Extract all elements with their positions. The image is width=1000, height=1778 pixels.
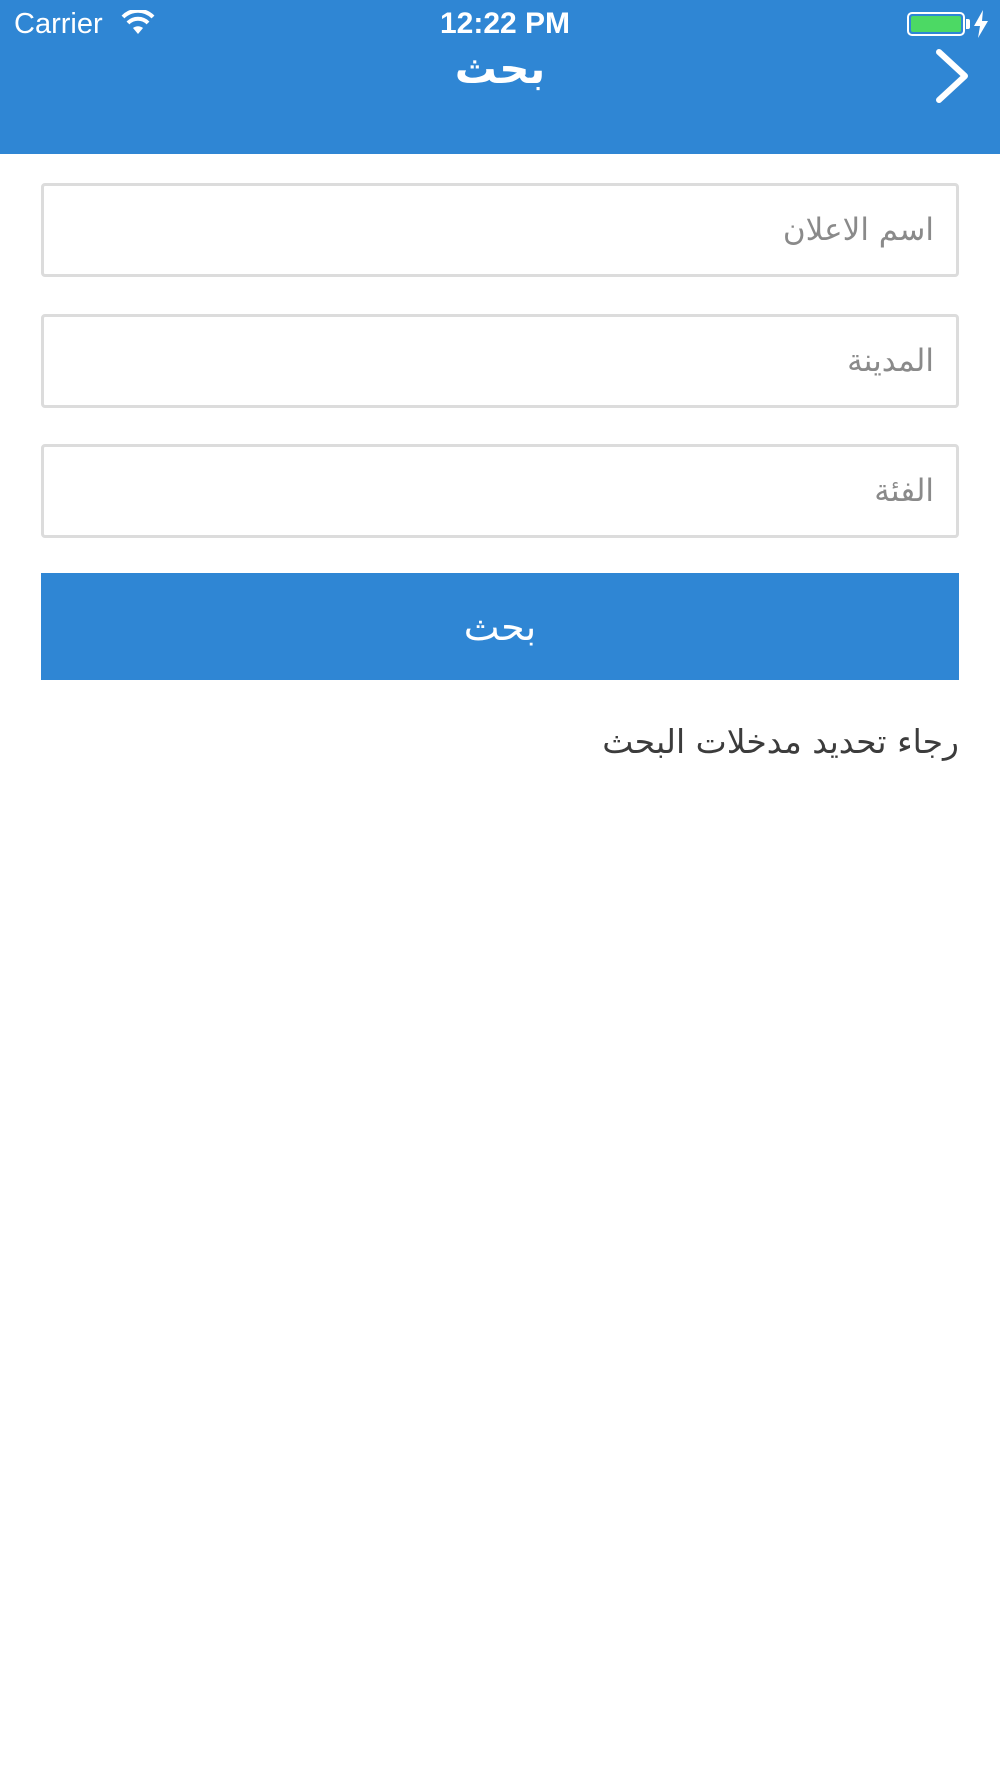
chevron-right-icon[interactable] bbox=[925, 46, 985, 106]
category-input[interactable] bbox=[41, 444, 959, 538]
battery-icon bbox=[907, 12, 965, 36]
status-bar: Carrier 12:22 PM bbox=[0, 0, 1000, 50]
search-button[interactable]: بحث bbox=[41, 573, 959, 680]
nav-bar: Carrier 12:22 PM بحث bbox=[0, 0, 1000, 154]
search-hint-message: رجاء تحديد مدخلات البحث bbox=[602, 722, 959, 761]
charging-bolt-icon bbox=[974, 10, 988, 38]
page-title: بحث bbox=[454, 44, 546, 93]
city-input[interactable] bbox=[41, 314, 959, 408]
ad-name-input[interactable] bbox=[41, 183, 959, 277]
battery-tip bbox=[966, 19, 970, 29]
status-time: 12:22 PM bbox=[439, 7, 571, 40]
battery-level bbox=[911, 16, 961, 32]
